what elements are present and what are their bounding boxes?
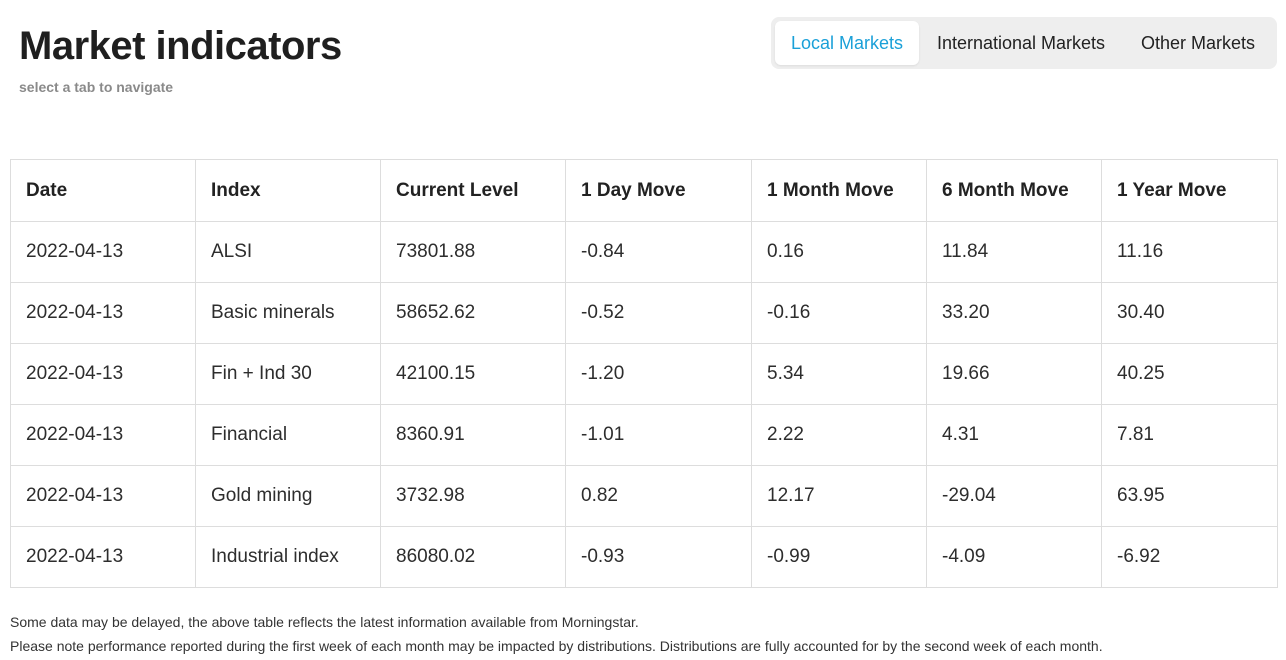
tab-other-markets[interactable]: Other Markets bbox=[1123, 21, 1273, 65]
column-header-1-year-move: 1 Year Move bbox=[1101, 159, 1278, 222]
column-header-1-day-move: 1 Day Move bbox=[565, 159, 752, 222]
cell-1-year-move: 40.25 bbox=[1101, 343, 1278, 405]
cell-6-month-move: 11.84 bbox=[926, 221, 1102, 283]
cell-1-year-move: 30.40 bbox=[1101, 282, 1278, 344]
market-indicators-table: Date Index Current Level 1 Day Move 1 Mo… bbox=[10, 159, 1278, 588]
page-subtitle: select a tab to navigate bbox=[19, 79, 174, 95]
cell-current-level: 3732.98 bbox=[380, 465, 566, 527]
cell-1-year-move: 11.16 bbox=[1101, 221, 1278, 283]
cell-6-month-move: 19.66 bbox=[926, 343, 1102, 405]
cell-1-day-move: 0.82 bbox=[565, 465, 752, 527]
cell-1-year-move: 63.95 bbox=[1101, 465, 1278, 527]
cell-date: 2022-04-13 bbox=[10, 465, 196, 527]
table-row: 2022-04-13 Industrial index 86080.02 -0.… bbox=[10, 526, 1278, 588]
column-header-6-month-move: 6 Month Move bbox=[926, 159, 1102, 222]
cell-1-month-move: 0.16 bbox=[751, 221, 927, 283]
cell-1-month-move: 2.22 bbox=[751, 404, 927, 466]
cell-index: ALSI bbox=[195, 221, 381, 283]
cell-index: Fin + Ind 30 bbox=[195, 343, 381, 405]
column-header-index: Index bbox=[195, 159, 381, 222]
tab-local-markets[interactable]: Local Markets bbox=[775, 21, 919, 65]
footnote-distributions: Please note performance reported during … bbox=[10, 638, 1103, 654]
column-header-1-month-move: 1 Month Move bbox=[751, 159, 927, 222]
footnotes: Some data may be delayed, the above tabl… bbox=[10, 610, 1103, 658]
footnote-delay: Some data may be delayed, the above tabl… bbox=[10, 614, 639, 630]
cell-date: 2022-04-13 bbox=[10, 526, 196, 588]
cell-1-day-move: -1.01 bbox=[565, 404, 752, 466]
cell-date: 2022-04-13 bbox=[10, 282, 196, 344]
cell-1-day-move: -0.52 bbox=[565, 282, 752, 344]
cell-1-month-move: 5.34 bbox=[751, 343, 927, 405]
cell-1-day-move: -0.93 bbox=[565, 526, 752, 588]
cell-date: 2022-04-13 bbox=[10, 404, 196, 466]
cell-1-year-move: 7.81 bbox=[1101, 404, 1278, 466]
cell-1-month-move: -0.16 bbox=[751, 282, 927, 344]
market-tabs: Local Markets International Markets Othe… bbox=[771, 17, 1277, 69]
market-indicators-page: Market indicators select a tab to naviga… bbox=[0, 0, 1286, 660]
cell-1-month-move: 12.17 bbox=[751, 465, 927, 527]
cell-current-level: 42100.15 bbox=[380, 343, 566, 405]
cell-current-level: 8360.91 bbox=[380, 404, 566, 466]
page-title: Market indicators bbox=[19, 24, 342, 68]
table-row: 2022-04-13 ALSI 73801.88 -0.84 0.16 11.8… bbox=[10, 221, 1278, 283]
cell-index: Industrial index bbox=[195, 526, 381, 588]
table-header-row: Date Index Current Level 1 Day Move 1 Mo… bbox=[10, 159, 1278, 222]
cell-6-month-move: 4.31 bbox=[926, 404, 1102, 466]
cell-current-level: 86080.02 bbox=[380, 526, 566, 588]
cell-1-day-move: -1.20 bbox=[565, 343, 752, 405]
cell-date: 2022-04-13 bbox=[10, 221, 196, 283]
cell-1-day-move: -0.84 bbox=[565, 221, 752, 283]
cell-index: Financial bbox=[195, 404, 381, 466]
table-row: 2022-04-13 Basic minerals 58652.62 -0.52… bbox=[10, 282, 1278, 344]
cell-current-level: 58652.62 bbox=[380, 282, 566, 344]
cell-6-month-move: 33.20 bbox=[926, 282, 1102, 344]
cell-index: Basic minerals bbox=[195, 282, 381, 344]
cell-date: 2022-04-13 bbox=[10, 343, 196, 405]
table-row: 2022-04-13 Fin + Ind 30 42100.15 -1.20 5… bbox=[10, 343, 1278, 405]
column-header-current-level: Current Level bbox=[380, 159, 566, 222]
table-row: 2022-04-13 Financial 8360.91 -1.01 2.22 … bbox=[10, 404, 1278, 466]
cell-1-year-move: -6.92 bbox=[1101, 526, 1278, 588]
tab-international-markets[interactable]: International Markets bbox=[919, 21, 1123, 65]
table-row: 2022-04-13 Gold mining 3732.98 0.82 12.1… bbox=[10, 465, 1278, 527]
cell-6-month-move: -29.04 bbox=[926, 465, 1102, 527]
column-header-date: Date bbox=[10, 159, 196, 222]
cell-6-month-move: -4.09 bbox=[926, 526, 1102, 588]
cell-current-level: 73801.88 bbox=[380, 221, 566, 283]
cell-1-month-move: -0.99 bbox=[751, 526, 927, 588]
cell-index: Gold mining bbox=[195, 465, 381, 527]
